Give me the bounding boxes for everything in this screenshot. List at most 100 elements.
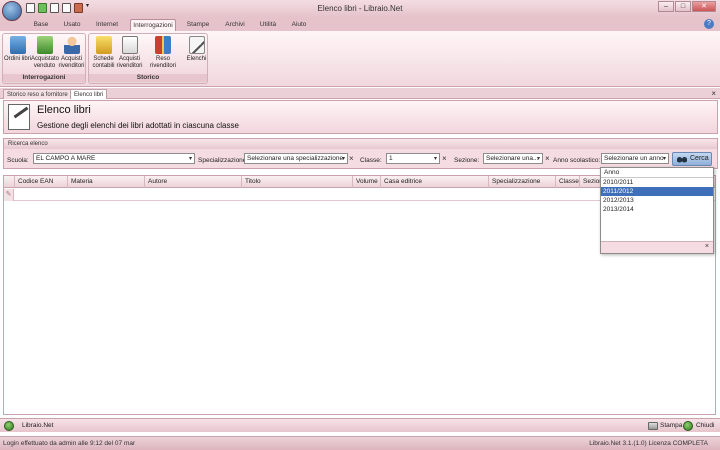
page-title: Elenco libri: [37, 104, 91, 116]
login-status: Login effettuato da admin alle 9:12 del …: [3, 440, 136, 447]
chevron-down-icon[interactable]: ▾: [537, 154, 540, 163]
cerca-button[interactable]: Cerca: [672, 152, 712, 166]
classe-select[interactable]: 1 ▾: [386, 153, 440, 164]
document-icon: [121, 36, 138, 54]
scuola-value: EL CAMPO A MARE: [36, 155, 96, 162]
acquisti-rivenditori-button[interactable]: Acquisti rivenditori: [58, 36, 85, 69]
ribbon-tabs: Base Usato Internet Interrogazioni Stamp…: [0, 17, 720, 31]
app-label: Libraio.Net: [22, 422, 54, 429]
status-bar: Login effettuato da admin alle 9:12 del …: [0, 436, 720, 450]
books-icon: [9, 36, 26, 54]
tab-interrogazioni[interactable]: Interrogazioni: [130, 19, 176, 31]
storico-acquisti-rivenditori-label: Acquisti rivenditori: [116, 56, 143, 69]
maximize-button[interactable]: □: [675, 1, 691, 12]
title-bar: ▾ Elenco libri - Libraio.Net – □ ✕: [0, 0, 720, 17]
group-label-interrogazioni: Interrogazioni: [3, 74, 85, 82]
column-autore[interactable]: Autore: [144, 176, 241, 188]
group-interrogazioni: Ordini libri Acquistato venduto Acquisti…: [2, 33, 86, 84]
clear-sezione-button[interactable]: ×: [545, 153, 550, 164]
sezione-label: Sezione:: [454, 157, 480, 164]
window-title: Elenco libri - Libraio.Net: [317, 4, 403, 13]
reso-rivenditori-button[interactable]: Reso rivenditori: [143, 36, 183, 69]
new-row-icon: ✎: [4, 189, 14, 201]
document-tabs: Storico reso a fornitore Elenco libri ×: [0, 88, 720, 99]
books-return-icon: [155, 36, 171, 54]
chiudi-button[interactable]: Chiudi: [696, 422, 714, 429]
bottom-action-bar: Libraio.Net Stampa Chiudi: [0, 418, 720, 432]
tab-utilita[interactable]: Utilità: [256, 19, 280, 31]
acquisti-rivenditori-label: Acquisti rivenditori: [58, 56, 85, 69]
help-icon[interactable]: ?: [704, 19, 714, 29]
elenchi-label: Elenchi: [186, 56, 207, 62]
close-document-button[interactable]: ×: [711, 89, 716, 98]
window-controls: – □ ✕: [658, 1, 716, 12]
anno-option-2011-2012[interactable]: 2011/2012: [601, 187, 713, 196]
acquistato-venduto-button[interactable]: Acquistato venduto: [31, 36, 60, 69]
exit-icon[interactable]: [683, 421, 693, 431]
schede-contabili-button[interactable]: Schede contabili: [90, 36, 117, 69]
printer-icon[interactable]: [648, 422, 658, 430]
scuola-label: Scuola:: [7, 157, 29, 164]
tab-stampe[interactable]: Stampe: [185, 19, 211, 31]
group-storico: Schede contabili Acquisti rivenditori Re…: [88, 33, 208, 84]
reso-rivenditori-label: Reso rivenditori: [149, 56, 176, 69]
list-pen-icon: [188, 36, 205, 54]
search-section-label: Ricerca elenco: [4, 139, 717, 149]
classe-value: 1: [389, 155, 393, 162]
anno-option-2010-2011[interactable]: 2010/2011: [601, 178, 713, 187]
tab-internet[interactable]: Internet: [93, 19, 121, 31]
doc-tab-storico-reso[interactable]: Storico reso a fornitore: [3, 89, 72, 99]
person-icon: [63, 36, 80, 54]
version-status: Libraio.Net 3.1.(1.0) Licenza COMPLETA: [589, 440, 708, 447]
specializzazione-value: Selezionare una specializzazione: [247, 155, 344, 162]
power-icon[interactable]: [4, 421, 14, 431]
column-volume[interactable]: Volume: [352, 176, 380, 188]
tab-base[interactable]: Base: [30, 19, 52, 31]
cerca-label: Cerca: [690, 155, 709, 162]
tab-usato[interactable]: Usato: [60, 19, 84, 31]
specializzazione-select[interactable]: Selezionare una specializzazione ▾: [244, 153, 348, 164]
column-classe[interactable]: Classe: [555, 176, 579, 188]
column-materia[interactable]: Materia: [67, 176, 144, 188]
column-titolo[interactable]: Titolo: [241, 176, 352, 188]
page-subtitle: Gestione degli elenchi dei libri adottat…: [37, 121, 239, 130]
chevron-down-icon[interactable]: ▾: [342, 154, 345, 163]
binoculars-icon: [677, 155, 687, 163]
acquistato-venduto-label: Acquistato venduto: [31, 56, 60, 69]
chevron-down-icon[interactable]: ▾: [663, 154, 666, 163]
elenchi-button[interactable]: Elenchi: [183, 36, 210, 63]
close-window-button[interactable]: ✕: [692, 1, 716, 12]
specializzazione-label: Specializzazione:: [198, 157, 249, 164]
anno-option-2013-2014[interactable]: 2013/2014: [601, 205, 713, 214]
page-header: Elenco libri Gestione degli elenchi dei …: [3, 100, 718, 134]
anno-option-2012-2013[interactable]: 2012/2013: [601, 196, 713, 205]
tab-aiuto[interactable]: Aiuto: [288, 19, 310, 31]
column-specializzazione[interactable]: Specializzazione: [488, 176, 555, 188]
app-menu-button[interactable]: [2, 1, 22, 21]
ordini-libri-button[interactable]: Ordini libri: [4, 36, 31, 63]
sezione-value: Selezionare una...: [486, 155, 539, 162]
clear-classe-button[interactable]: ×: [442, 153, 447, 164]
anno-label: Anno scolastico:: [553, 157, 601, 164]
ledger-icon: [95, 36, 112, 54]
anno-value: Selezionare un anno: [604, 155, 664, 162]
ribbon-body: Ordini libri Acquistato venduto Acquisti…: [0, 31, 720, 87]
anno-dropdown-footer: ×: [601, 241, 713, 253]
stampa-button[interactable]: Stampa: [660, 422, 682, 429]
ordini-libri-label: Ordini libri: [4, 56, 32, 62]
scuola-select[interactable]: EL CAMPO A MARE ▾: [33, 153, 195, 164]
doc-tab-elenco-libri[interactable]: Elenco libri: [70, 89, 108, 99]
list-pen-icon: [8, 104, 30, 130]
tab-archivi[interactable]: Archivi: [222, 19, 248, 31]
column-casa-editrice[interactable]: Casa editrice: [380, 176, 488, 188]
anno-select[interactable]: Selezionare un anno ▾: [601, 153, 669, 164]
chevron-down-icon[interactable]: ▾: [434, 154, 437, 163]
clear-specializzazione-button[interactable]: ×: [349, 153, 354, 164]
close-dropdown-button[interactable]: ×: [705, 243, 709, 250]
sezione-select[interactable]: Selezionare una... ▾: [483, 153, 543, 164]
storico-acquisti-rivenditori-button[interactable]: Acquisti rivenditori: [116, 36, 143, 69]
minimize-button[interactable]: –: [658, 1, 674, 12]
chevron-down-icon[interactable]: ▾: [189, 154, 192, 163]
column-codice-ean[interactable]: Codice EAN: [14, 176, 67, 188]
anno-dropdown-list: Anno 2010/2011 2011/2012 2012/2013 2013/…: [600, 167, 714, 254]
